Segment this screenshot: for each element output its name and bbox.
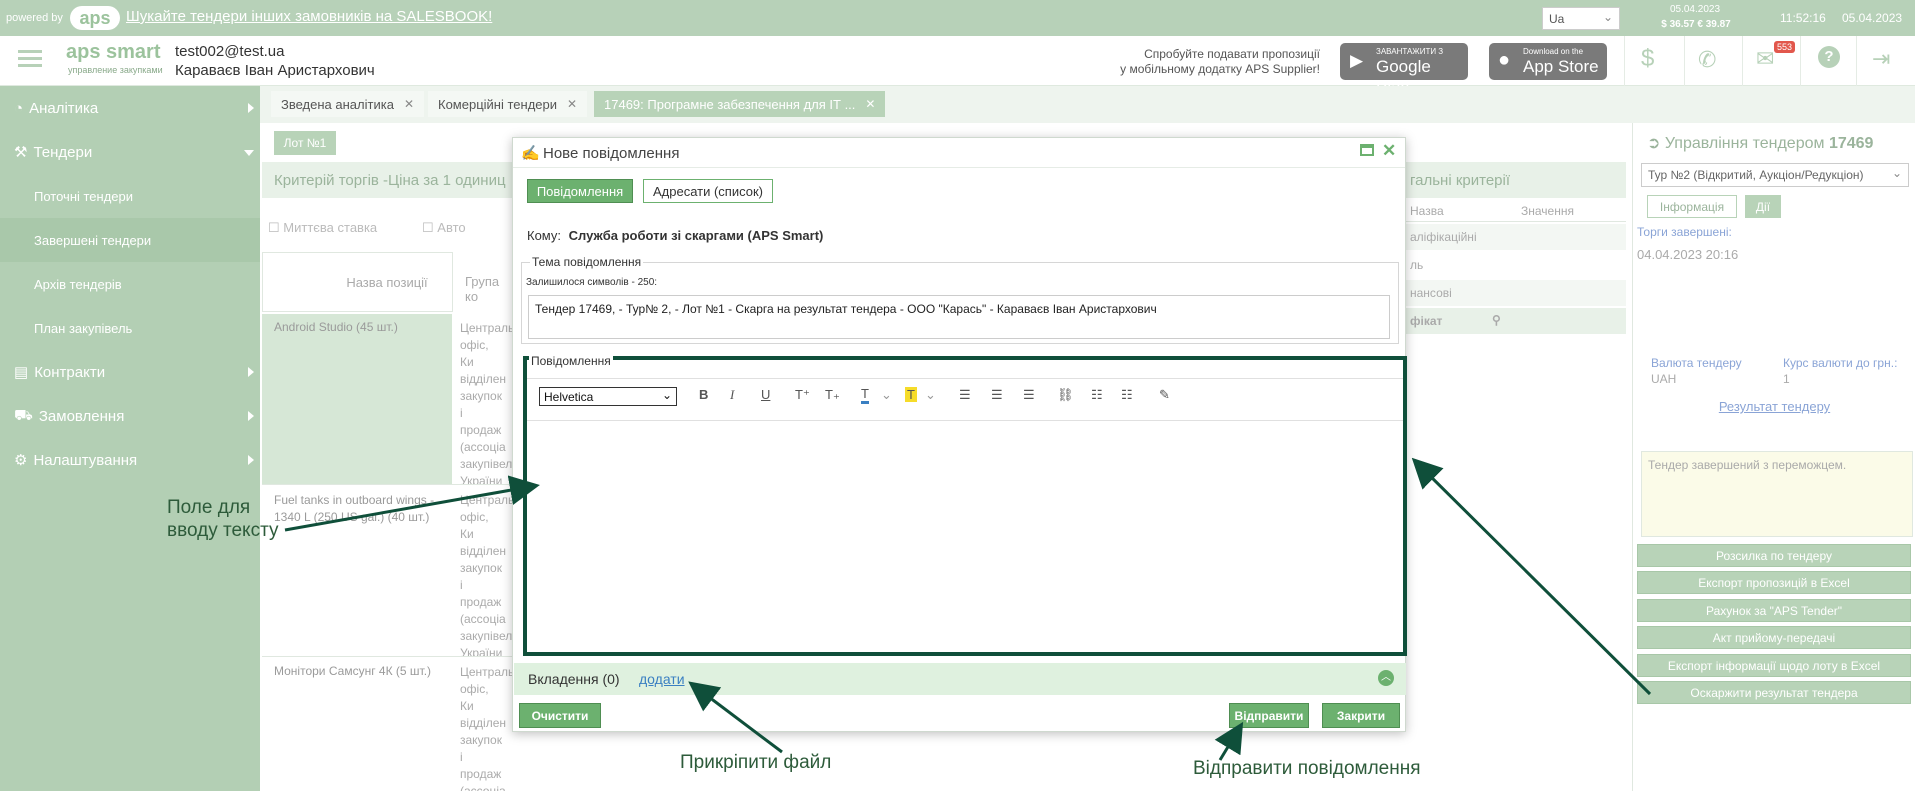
arrow-to-send bbox=[1214, 721, 1244, 761]
arrow-to-attach bbox=[688, 681, 783, 754]
annotation-text-field-line2: вводу тексту bbox=[167, 520, 279, 541]
annotation-text-field-line1: Поле для bbox=[167, 497, 251, 518]
annotation-arrows bbox=[284, 457, 1652, 761]
annotation-attach-file: Прикріпити файл bbox=[680, 752, 832, 773]
arrow-from-appeal bbox=[1411, 457, 1652, 696]
annotation-send-message: Відправити повідомлення bbox=[1193, 758, 1421, 779]
message-legend: Повідомлення bbox=[529, 354, 613, 368]
arrow-to-text-field bbox=[284, 475, 540, 532]
